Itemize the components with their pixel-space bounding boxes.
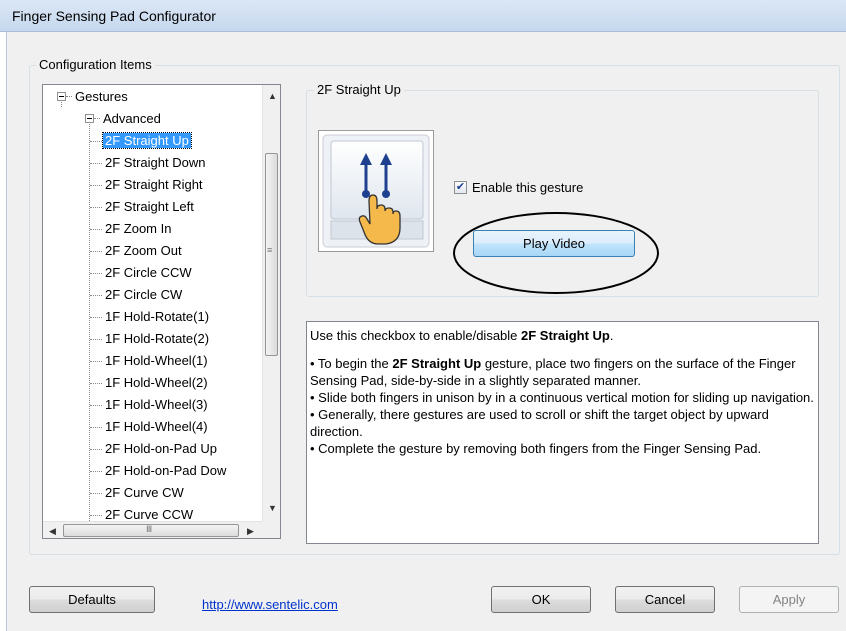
tree-node-gesture[interactable]: 1F Hold-Rotate(1) <box>103 306 211 327</box>
tree-node-gesture[interactable]: 2F Hold-on-Pad Dow <box>103 460 228 481</box>
tree-node-gesture[interactable]: 2F Zoom Out <box>103 240 184 261</box>
tree-connector <box>90 427 102 428</box>
title-bar: Finger Sensing Pad Configurator <box>0 0 846 32</box>
tree-connector <box>90 251 102 252</box>
tree-connector <box>94 118 100 119</box>
tree-node-gesture[interactable]: 2F Zoom In <box>103 218 173 239</box>
collapse-advanced-icon[interactable] <box>85 114 94 123</box>
description-step-1: • To begin the 2F Straight Up gesture, p… <box>310 356 796 388</box>
tree-connector <box>90 471 102 472</box>
enable-gesture-checkbox[interactable]: ✔ <box>454 181 467 194</box>
description-step-3: • Generally, there gestures are used to … <box>310 407 769 439</box>
enable-gesture-label[interactable]: Enable this gesture <box>472 180 583 195</box>
cancel-button[interactable]: Cancel <box>615 586 715 613</box>
gesture-tree-view[interactable]: Gestures Advanced 2F Straight Up 2F Strai… <box>42 84 281 539</box>
tree-connector <box>89 119 90 521</box>
gesture-description: Use this checkbox to enable/disable 2F S… <box>306 321 819 544</box>
tree-connector <box>90 273 102 274</box>
tree-vertical-scrollbar[interactable]: ▲ ≡ ▼ <box>262 85 280 521</box>
tree-node-gesture[interactable]: 2F Circle CCW <box>103 262 194 283</box>
tree-connector <box>90 515 102 516</box>
scroll-down-arrow-icon[interactable]: ▼ <box>268 503 277 513</box>
tree-node-gesture[interactable]: 2F Straight Up <box>102 130 192 151</box>
tree-node-gesture[interactable]: 2F Straight Right <box>103 174 205 195</box>
tree-node-gesture[interactable]: 2F Straight Left <box>103 196 196 217</box>
scroll-right-arrow-icon[interactable]: ▶ <box>247 526 254 536</box>
scroll-left-arrow-icon[interactable]: ◀ <box>49 526 56 536</box>
sentelic-website-link[interactable]: http://www.sentelic.com <box>202 597 338 612</box>
tree-connector <box>90 317 102 318</box>
scroll-grip-icon: ≡ <box>267 245 273 255</box>
configuration-items-label: Configuration Items <box>36 57 155 72</box>
scroll-up-arrow-icon[interactable]: ▲ <box>268 91 277 101</box>
tree-node-gesture[interactable]: 1F Hold-Wheel(4) <box>103 416 210 437</box>
gesture-preview-image <box>318 130 434 252</box>
defaults-button[interactable]: Defaults <box>29 586 155 613</box>
tree-connector <box>90 163 102 164</box>
tree-connector <box>90 449 102 450</box>
tree-connector <box>66 96 72 97</box>
tree-horizontal-scrollbar[interactable]: ◀ Ⅲ ▶ <box>43 521 262 538</box>
description-step-2: • Slide both fingers in unison by in a c… <box>310 390 814 405</box>
two-finger-swipe-up-icon <box>322 134 430 248</box>
tree-node-gesture[interactable]: 1F Hold-Wheel(2) <box>103 372 210 393</box>
tree-node-gesture[interactable]: 2F Circle CW <box>103 284 184 305</box>
tree-connector <box>90 141 102 142</box>
tree-node-gestures[interactable]: Gestures <box>73 86 130 107</box>
tree-connector <box>90 295 102 296</box>
gesture-panel-title: 2F Straight Up <box>314 82 404 97</box>
tree-node-advanced[interactable]: Advanced <box>101 108 163 129</box>
tree-node-gesture[interactable]: 1F Hold-Wheel(1) <box>103 350 210 371</box>
tree-node-gesture[interactable]: 2F Straight Down <box>103 152 207 173</box>
description-intro: Use this checkbox to enable/disable 2F S… <box>310 328 614 343</box>
tree-content: Gestures Advanced 2F Straight Up 2F Strai… <box>43 85 263 521</box>
tree-node-gesture[interactable]: 1F Hold-Rotate(2) <box>103 328 211 349</box>
scrollbar-corner <box>262 521 280 538</box>
ok-button[interactable]: OK <box>491 586 591 613</box>
tree-connector <box>90 185 102 186</box>
window-title: Finger Sensing Pad Configurator <box>12 8 216 24</box>
tree-node-gesture[interactable]: 1F Hold-Wheel(3) <box>103 394 210 415</box>
tree-connector <box>90 207 102 208</box>
tree-connector <box>90 383 102 384</box>
tree-node-gesture[interactable]: 2F Hold-on-Pad Up <box>103 438 219 459</box>
tree-node-gesture[interactable]: 2F Curve CW <box>103 482 186 503</box>
highlight-ellipse <box>453 212 659 294</box>
tree-connector <box>90 361 102 362</box>
tree-connector <box>90 493 102 494</box>
apply-button[interactable]: Apply <box>739 586 839 613</box>
tree-connector <box>90 229 102 230</box>
tree-node-gesture[interactable]: 2F Curve CCW <box>103 504 195 521</box>
description-step-4: • Complete the gesture by removing both … <box>310 441 762 456</box>
scroll-grip-icon: Ⅲ <box>146 524 153 534</box>
collapse-gestures-icon[interactable] <box>57 92 66 101</box>
tree-connector <box>90 339 102 340</box>
tree-connector <box>90 405 102 406</box>
